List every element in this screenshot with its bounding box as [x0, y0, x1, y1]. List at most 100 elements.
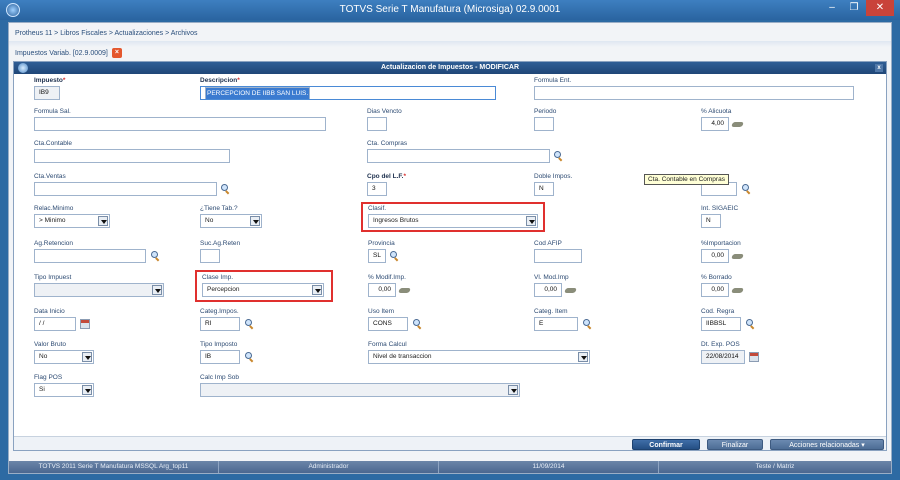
search-icon[interactable]: [389, 251, 399, 261]
tipo-impuest-label: Tipo Impuest: [34, 274, 72, 281]
search-icon[interactable]: [412, 319, 422, 329]
suc-ag-reten-field[interactable]: [200, 249, 220, 263]
flag-pos-select[interactable]: Si: [34, 383, 94, 397]
related-actions-button[interactable]: Acciones relacionadas ▾: [770, 439, 884, 450]
calendar-icon[interactable]: [80, 319, 90, 329]
calculator-icon[interactable]: [732, 120, 744, 128]
dias-vencto-label: Dias Vencto: [367, 108, 402, 115]
search-icon[interactable]: [244, 352, 254, 362]
relac-minimo-label: Relac.Minimo: [34, 205, 74, 212]
descripcion-selected-text: PERCEPCION DE IIBB SAN LUIS.: [205, 87, 311, 99]
chevron-down-icon[interactable]: [152, 285, 162, 295]
close-window-button[interactable]: ✕: [866, 0, 894, 16]
dialog-header: Actualizacion de Impuestos - MODIFICAR x: [14, 62, 886, 74]
status-product: TOTVS 2011 Serie T Manufatura MSSQL Arg_…: [9, 461, 219, 473]
formula-ent-field[interactable]: [534, 86, 854, 100]
importacion-field[interactable]: 0,00: [701, 249, 729, 263]
search-icon[interactable]: [741, 184, 751, 194]
calculator-icon[interactable]: [732, 286, 744, 294]
uso-item-field[interactable]: CONS: [368, 317, 408, 331]
chevron-down-icon[interactable]: [82, 385, 92, 395]
confirm-button[interactable]: Confirmar: [632, 439, 700, 450]
chevron-down-icon[interactable]: [82, 352, 92, 362]
data-inicio-field[interactable]: / /: [34, 317, 76, 331]
data-inicio-label: Data Inicio: [34, 308, 65, 315]
dt-exp-pos-field[interactable]: 22/08/2014: [701, 350, 745, 364]
forma-calcul-label: Forma Calcul: [368, 341, 407, 348]
chevron-down-icon[interactable]: [98, 216, 108, 226]
vl-mod-imp-field[interactable]: 0,00: [534, 283, 562, 297]
categ-item-label: Categ. Item: [534, 308, 568, 315]
calc-imp-sob-select[interactable]: [200, 383, 520, 397]
tiene-tab-select[interactable]: No: [200, 214, 262, 228]
window-title: TOTVS Serie T Manufatura (Microsiga) 02.…: [339, 4, 561, 15]
header-band: [9, 41, 891, 47]
chevron-down-icon[interactable]: [578, 352, 588, 362]
cta-contable-label: Cta.Contable: [34, 140, 72, 147]
dias-vencto-field[interactable]: [367, 117, 387, 131]
calculator-icon[interactable]: [565, 286, 577, 294]
relac-minimo-select[interactable]: > Minimo: [34, 214, 110, 228]
periodo-field[interactable]: [534, 117, 554, 131]
dialog-close-button[interactable]: x: [875, 64, 883, 72]
borrado-field[interactable]: 0,00: [701, 283, 729, 297]
modif-imp-field[interactable]: 0,00: [368, 283, 396, 297]
status-date: 11/09/2014: [439, 461, 659, 473]
suc-ag-reten-label: Suc.Ag.Reten: [200, 240, 241, 247]
tipo-imposto-field[interactable]: IB: [200, 350, 240, 364]
categ-item-field[interactable]: E: [534, 317, 578, 331]
maximize-button[interactable]: ❐: [844, 0, 864, 16]
dialog-title: Actualizacion de Impuestos - MODIFICAR: [380, 64, 520, 71]
alicuota-field[interactable]: 4,00: [701, 117, 729, 131]
doble-impos-field[interactable]: N: [534, 182, 554, 196]
provincia-label: Provincia: [368, 240, 395, 247]
search-icon[interactable]: [220, 184, 230, 194]
calculator-icon[interactable]: [732, 252, 744, 260]
valor-bruto-select[interactable]: No: [34, 350, 94, 364]
search-icon[interactable]: [582, 319, 592, 329]
alicuota-label: % Alicuota: [701, 108, 732, 115]
calculator-icon[interactable]: [399, 286, 411, 294]
descripcion-label: Descripcion*: [200, 77, 240, 84]
tab-label: Impuestos Variab. [02.9.0009]: [15, 50, 108, 57]
chevron-down-icon[interactable]: [508, 385, 518, 395]
int-sigaeic-field[interactable]: N: [701, 214, 721, 228]
cta-ventas-field[interactable]: [34, 182, 217, 196]
cod-regra-field[interactable]: IIBBSL: [701, 317, 741, 331]
provincia-field[interactable]: SL: [368, 249, 386, 263]
dt-exp-pos-label: Dt. Exp. POS: [701, 341, 740, 348]
impuesto-field[interactable]: IB9: [34, 86, 60, 100]
breadcrumb: Protheus 11 > Libros Fiscales > Actualiz…: [15, 30, 198, 37]
minimize-button[interactable]: –: [822, 0, 842, 16]
tiene-tab-label: ¿Tiene Tab.?: [200, 205, 238, 212]
formula-ent-label: Formula Ent.: [534, 77, 572, 84]
importacion-label: %Importacion: [701, 240, 741, 247]
tab-impuestos[interactable]: Impuestos Variab. [02.9.0009] ×: [15, 48, 122, 60]
cta-compras-field[interactable]: [367, 149, 550, 163]
relac-minimo-value: > Minimo: [39, 217, 66, 224]
cpo-lf-field[interactable]: 3: [367, 182, 387, 196]
window-titlebar: TOTVS Serie T Manufatura (Microsiga) 02.…: [0, 0, 900, 20]
forma-calcul-select[interactable]: Nivel de transaccion: [368, 350, 590, 364]
tipo-impuest-select[interactable]: [34, 283, 164, 297]
int-sigaeic-label: Int. SIGAEIC: [701, 205, 739, 212]
tipo-imposto-label: Tipo Imposto: [200, 341, 238, 348]
cod-afip-field[interactable]: [534, 249, 582, 263]
descripcion-field[interactable]: PERCEPCION DE IIBB SAN LUIS.: [200, 86, 496, 100]
finish-button[interactable]: Finalizar: [707, 439, 763, 450]
search-icon[interactable]: [745, 319, 755, 329]
uso-item-label: Uso Item: [368, 308, 395, 315]
cta-contable-field[interactable]: [34, 149, 230, 163]
tab-close-icon[interactable]: ×: [111, 48, 122, 59]
search-icon[interactable]: [150, 251, 160, 261]
ag-retencion-field[interactable]: [34, 249, 146, 263]
dialog-logo-icon: [18, 63, 28, 73]
search-icon[interactable]: [244, 319, 254, 329]
chevron-down-icon[interactable]: [250, 216, 260, 226]
cta-compras-label: Cta. Compras: [367, 140, 408, 147]
search-icon[interactable]: [553, 151, 563, 161]
calendar-icon[interactable]: [749, 352, 759, 362]
action-bar: Confirmar Finalizar Acciones relacionada…: [14, 436, 886, 450]
categ-impos-field[interactable]: RI: [200, 317, 240, 331]
formula-sal-field[interactable]: [34, 117, 326, 131]
